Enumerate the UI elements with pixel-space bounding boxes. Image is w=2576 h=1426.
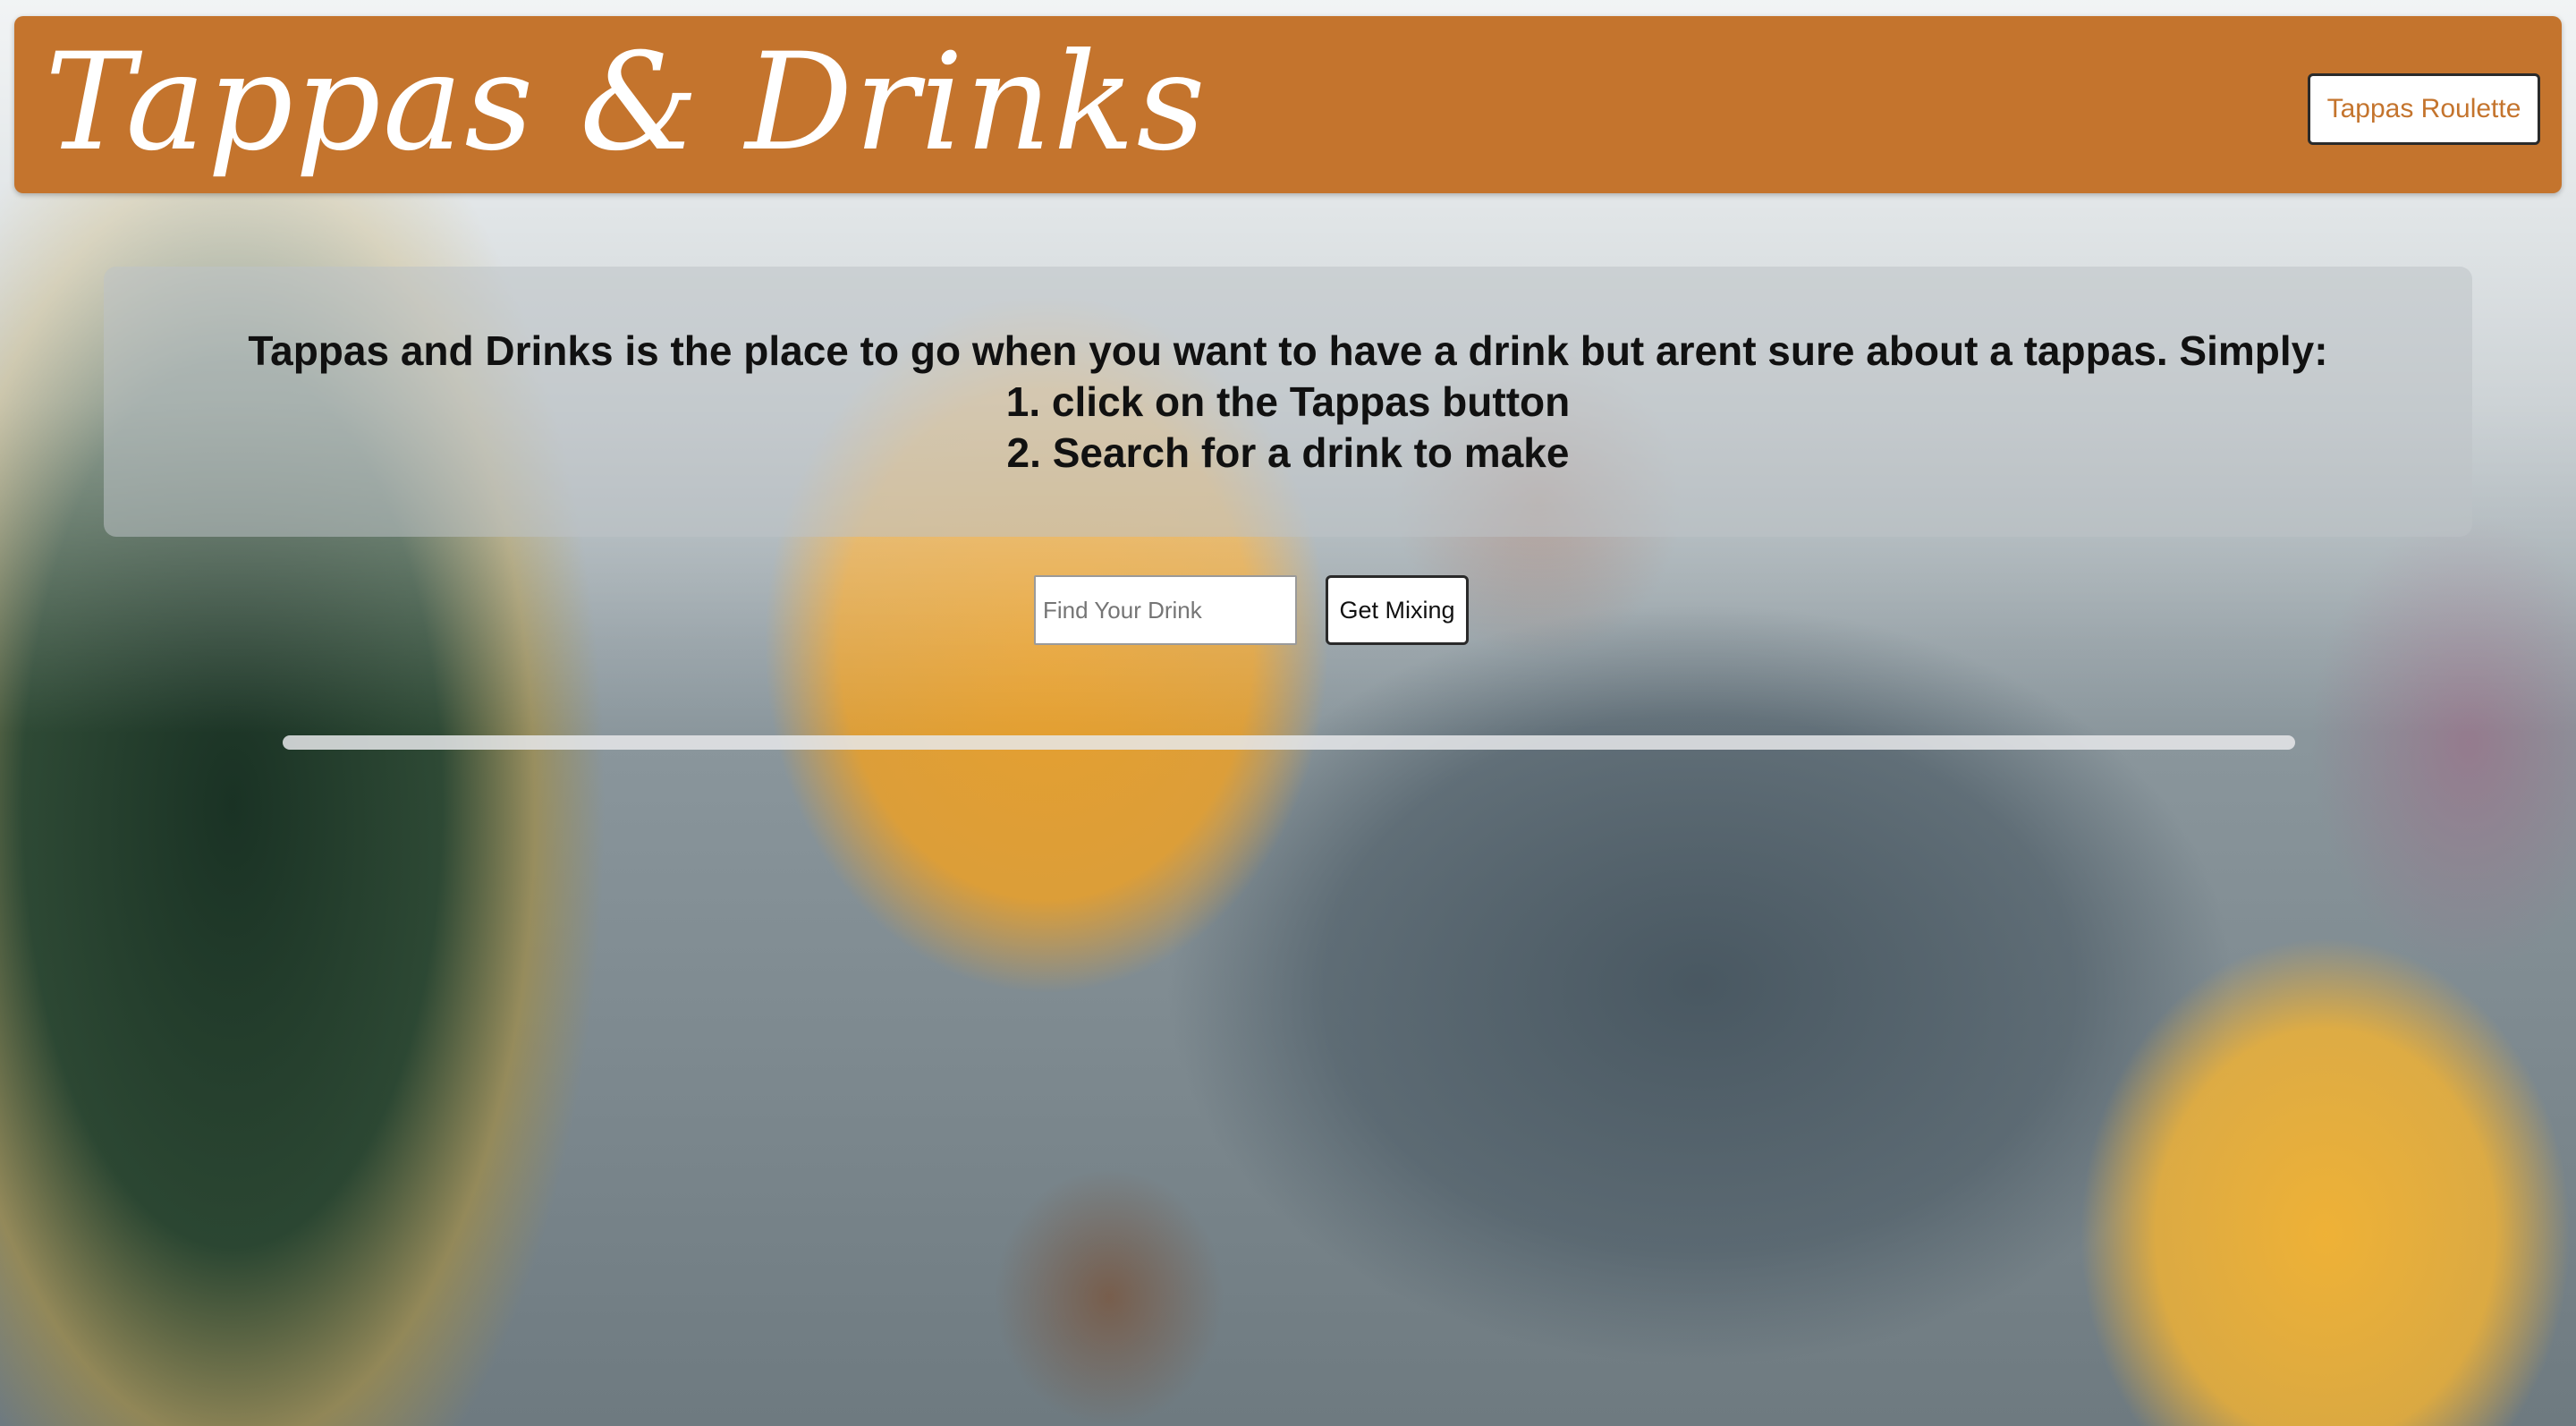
intro-panel: Tappas and Drinks is the place to go whe… bbox=[104, 267, 2472, 537]
site-header: Tappas & Drinks Tappas Roulette bbox=[14, 16, 2562, 193]
instruction-step-2: 2. Search for a drink to make bbox=[1006, 429, 1570, 476]
intro-text: Tappas and Drinks is the place to go whe… bbox=[248, 327, 2328, 374]
results-divider bbox=[283, 735, 2295, 750]
tappas-roulette-button[interactable]: Tappas Roulette bbox=[2308, 73, 2540, 145]
drink-search-input[interactable] bbox=[1034, 575, 1297, 645]
site-logo: Tappas & Drinks bbox=[45, 25, 1208, 181]
instruction-step-1: 1. click on the Tappas button bbox=[1005, 378, 1571, 425]
drink-search-form: Get Mixing bbox=[1034, 574, 1469, 646]
get-mixing-button[interactable]: Get Mixing bbox=[1326, 575, 1469, 645]
